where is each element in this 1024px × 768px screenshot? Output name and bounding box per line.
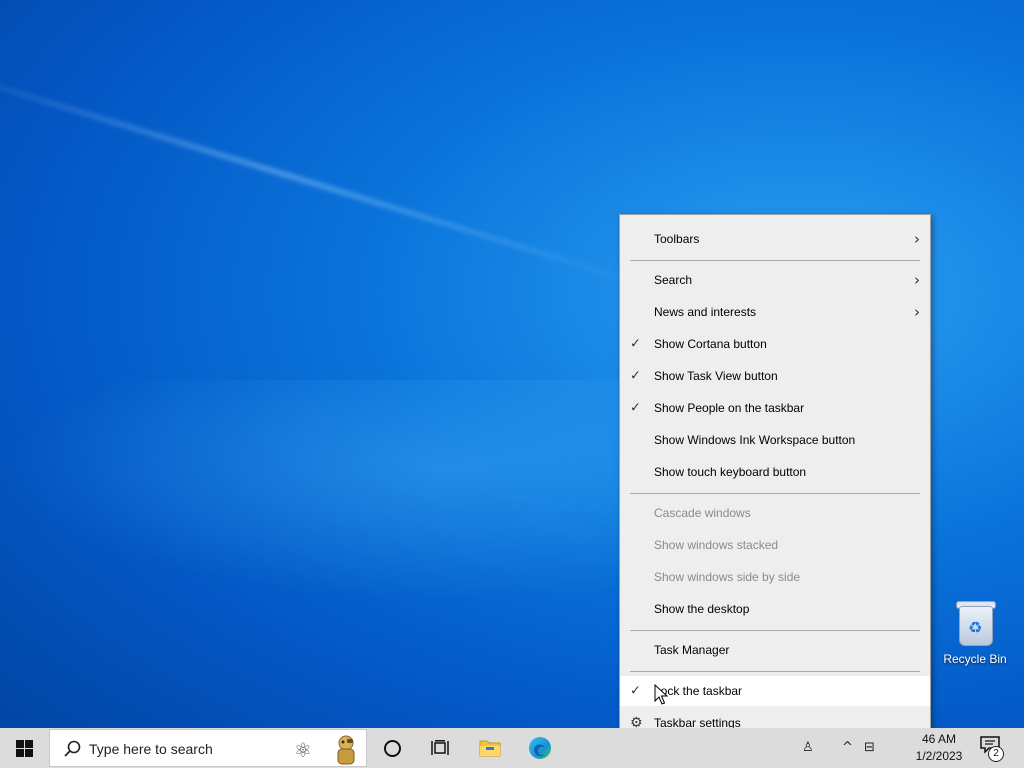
chevron-right-icon: › [914,230,920,248]
recycle-bin-icon: ♻ [955,600,996,646]
taskbar-context-menu: Toolbars › Search › News and interests ›… [619,214,931,747]
search-highlight-illustration [337,735,355,765]
menu-item-show-cortana-button[interactable]: ✓ Show Cortana button [620,329,930,359]
file-explorer-icon [479,740,501,757]
menu-item-search[interactable]: Search › [620,265,930,295]
menu-item-show-windows-stacked: Show windows stacked [620,530,930,560]
chevron-right-icon: › [914,271,920,289]
menu-item-label: News and interests [654,305,757,319]
windows-logo-icon [15,739,33,757]
file-explorer-button[interactable] [474,728,506,768]
taskbar: Type here to search ⚛ ♙ ^ ⊟ 46 AM 1/2/20… [0,728,1024,768]
wallpaper-glow [0,380,640,600]
action-center-button[interactable]: 2 [980,736,1006,762]
menu-item-task-manager[interactable]: Task Manager [620,635,930,665]
menu-item-news-and-interests[interactable]: News and interests › [620,297,930,327]
menu-item-show-people[interactable]: ✓ Show People on the taskbar [620,393,930,423]
menu-item-label: Show touch keyboard button [654,465,807,479]
task-view-icon [431,740,449,755]
menu-separator [630,630,920,631]
menu-item-label: Show Windows Ink Workspace button [654,433,856,447]
menu-separator [630,671,920,672]
cortana-icon [383,739,401,757]
notification-count-badge: 2 [988,746,1004,762]
menu-item-toolbars[interactable]: Toolbars › [620,224,930,254]
menu-item-label: Show Task View button [654,369,778,383]
chevron-right-icon: › [914,303,920,321]
menu-item-cascade-windows: Cascade windows [620,498,930,528]
cortana-button[interactable] [376,728,408,768]
menu-item-show-windows-side-by-side: Show windows side by side [620,562,930,592]
menu-item-show-ink-workspace[interactable]: Show Windows Ink Workspace button [620,425,930,455]
menu-item-label: Show the desktop [654,602,750,616]
network-icon[interactable]: ⊟ [864,740,875,755]
menu-item-label: Show windows stacked [654,538,779,552]
desktop-icon-label: Recycle Bin [943,652,1007,666]
taskbar-clock[interactable]: 46 AM 1/2/2023 [908,731,970,765]
menu-separator [630,493,920,494]
search-placeholder: Type here to search [89,741,213,757]
menu-item-show-task-view-button[interactable]: ✓ Show Task View button [620,361,930,391]
edge-icon [529,737,551,759]
task-view-button[interactable] [424,728,456,768]
menu-item-show-the-desktop[interactable]: Show the desktop [620,594,930,624]
checkmark-icon: ✓ [630,368,641,384]
menu-item-label: Show windows side by side [654,570,801,584]
mouse-cursor-icon [654,684,668,705]
menu-separator [630,260,920,261]
menu-item-label: Toolbars [654,232,700,246]
people-icon[interactable]: ♙ [802,740,814,755]
start-button[interactable] [0,728,48,768]
checkmark-icon: ✓ [630,400,641,416]
taskbar-search-box[interactable]: Type here to search ⚛ [49,729,367,767]
checkmark-icon: ✓ [630,683,641,699]
menu-item-label: Search [654,273,693,287]
show-hidden-icons-chevron-icon[interactable]: ^ [842,740,853,755]
menu-item-show-touch-keyboard[interactable]: Show touch keyboard button [620,457,930,487]
search-icon [64,740,81,757]
edge-button[interactable] [524,728,556,768]
menu-item-label: Cascade windows [654,506,751,520]
menu-item-label: Task Manager [654,643,730,657]
checkmark-icon: ✓ [630,336,641,352]
wallpaper-light-beam [0,60,648,289]
desktop-icon-recycle-bin[interactable]: ♻ Recycle Bin [938,600,1012,666]
menu-item-label: Show Cortana button [654,337,767,351]
clock-date: 1/2/2023 [915,749,963,763]
atom-icon: ⚛ [294,738,312,762]
menu-item-label: Show People on the taskbar [654,401,805,415]
clock-time: 46 AM [921,732,957,746]
